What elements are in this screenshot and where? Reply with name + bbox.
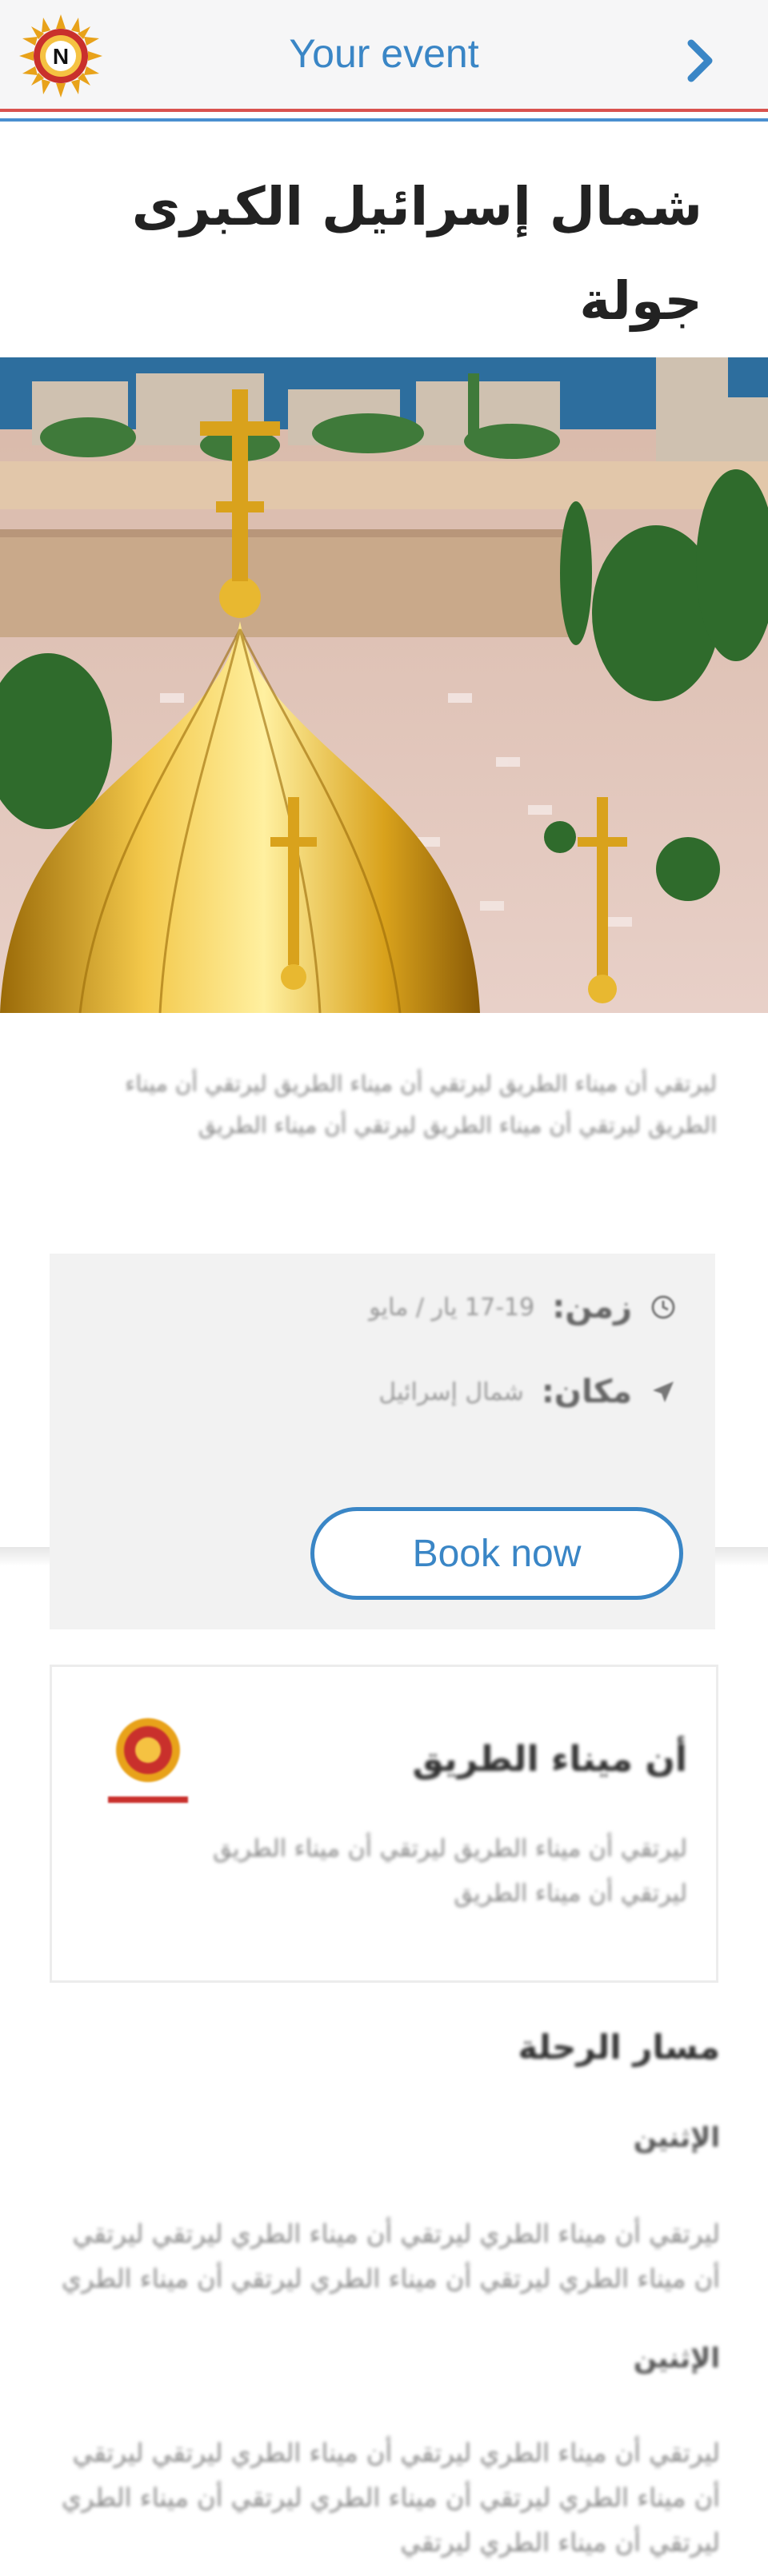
chevron-right-icon[interactable] (678, 35, 723, 86)
itinerary-heading: مسار الرحلة (518, 2028, 721, 2067)
itinerary-day-text: ليرتقي أن ميناء الطري ليرتقي أن ميناء ال… (61, 2438, 720, 2558)
organizer-description: ليرتقي أن ميناء الطريق ليرتقي أن ميناء ا… (213, 1835, 687, 1908)
event-title-line1: شمال إسرائيل الكبرى (131, 176, 702, 237)
itinerary-day-title: الإثنين (633, 2122, 720, 2154)
time-row: زمن: 17-19 يار / مايو (369, 1289, 677, 1326)
itinerary-day-title: الإثنين (633, 2343, 720, 2375)
organizer-card: أن ميناء الطريق ليرتقي أن ميناء الطريق ل… (50, 1665, 718, 1983)
hero-image (0, 357, 768, 1013)
time-value: 17-19 يار / مايو (369, 1293, 535, 1322)
organizer-name: أن ميناء الطريق (412, 1739, 687, 1780)
location-arrow-icon (653, 1382, 674, 1402)
event-title-line2: جولة (579, 270, 702, 332)
place-row: مكان: شمال إسرائيل (378, 1374, 677, 1410)
app-header: N Your event (0, 0, 768, 109)
place-label: مكان: (541, 1374, 632, 1410)
place-value: شمال إسرائيل (378, 1378, 524, 1406)
header-divider-blue (0, 118, 768, 122)
event-intro-text: ليرتقي أن ميناء الطريق ليرتقي أن ميناء ا… (125, 1071, 717, 1138)
time-label: زمن: (552, 1289, 632, 1326)
event-title: شمال إسرائيل الكبرى جولة (46, 160, 702, 349)
clock-icon (651, 1295, 675, 1319)
book-now-button[interactable]: Book now (310, 1507, 683, 1600)
organizer-logo-icon (108, 1718, 188, 1803)
itinerary-day-text: ليرتقي أن ميناء الطري ليرتقي أن ميناء ال… (61, 2219, 720, 2294)
header-title: Your event (289, 31, 479, 76)
header-divider-red (0, 109, 768, 112)
